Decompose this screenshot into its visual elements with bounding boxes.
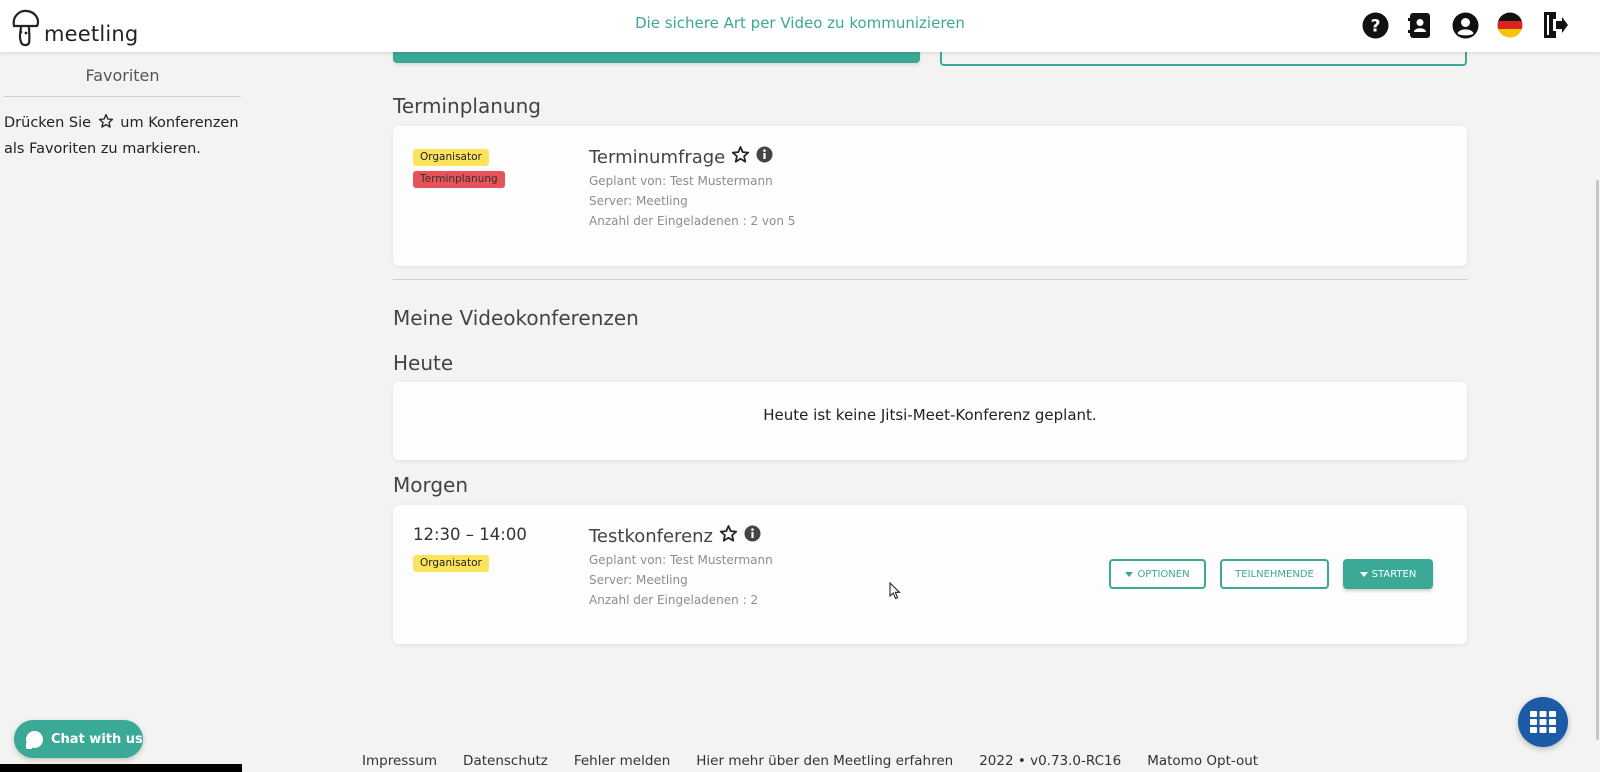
contacts-icon[interactable] [1405, 10, 1435, 40]
tomorrow-heading: Morgen [393, 473, 469, 497]
scheduling-badge: Terminplanung [413, 171, 505, 188]
german-flag-icon[interactable] [1495, 10, 1525, 40]
conference-invited-count: Anzahl der Eingeladenen : 2 [589, 593, 759, 607]
help-icon[interactable]: ? [1360, 10, 1390, 40]
conference-server: Server: Meetling [589, 573, 688, 587]
info-icon[interactable] [756, 146, 773, 168]
poll-title-row: Terminumfrage [589, 145, 773, 169]
favorites-title: Favoriten [4, 66, 241, 97]
favorites-sidebar: Favoriten Drücken Sie um Konferenzen als… [0, 52, 242, 772]
top-bar: meetling Die sichere Art per Video zu ko… [0, 0, 1600, 52]
account-icon[interactable] [1450, 10, 1480, 40]
chat-with-us-button[interactable]: Chat with us [14, 720, 143, 758]
grid-icon [1530, 711, 1556, 733]
footer-version: 2022 • v0.73.0-RC16 [979, 753, 1122, 769]
today-card: Heute ist keine Jitsi-Meet-Konferenz gep… [393, 382, 1467, 460]
poll-invited-count: Anzahl der Eingeladenen : 2 von 5 [589, 214, 796, 228]
organizer-badge: Organisator [413, 555, 489, 572]
options-button[interactable]: OPTIONEN [1109, 559, 1206, 589]
favorite-star-icon[interactable] [719, 524, 738, 548]
favorite-star-icon[interactable] [731, 145, 750, 169]
today-empty-text: Heute ist keine Jitsi-Meet-Konferenz gep… [763, 406, 1097, 424]
participants-label: TEILNEHMENDE [1235, 568, 1314, 580]
organizer-badge: Organisator [413, 149, 489, 166]
conference-card: 12:30 – 14:00 Organisator Testkonferenz … [393, 505, 1467, 644]
start-label: STARTEN [1371, 568, 1417, 580]
footer-privacy-link[interactable]: Datenschutz [463, 753, 548, 769]
poll-server: Server: Meetling [589, 194, 688, 208]
favorites-hint-prefix: Drücken Sie [4, 115, 92, 131]
apps-grid-button[interactable] [1518, 697, 1568, 747]
scrollbar-thumb[interactable] [1596, 180, 1599, 740]
caret-down-icon [1125, 571, 1134, 577]
start-button[interactable]: STARTEN [1343, 559, 1433, 589]
logout-icon[interactable] [1540, 10, 1570, 40]
chat-label: Chat with us [51, 731, 143, 747]
chat-bubble-icon [26, 730, 43, 749]
conference-planned-by: Geplant von: Test Mustermann [589, 553, 773, 567]
footer-imprint-link[interactable]: Impressum [362, 753, 437, 769]
conference-title[interactable]: Testkonferenz [589, 526, 713, 547]
poll-planned-by: Geplant von: Test Mustermann [589, 174, 773, 188]
favorites-hint: Drücken Sie um Konferenzen als Favoriten… [4, 111, 240, 161]
mouse-cursor-icon [889, 581, 901, 604]
section-divider [393, 279, 1467, 280]
poll-card: Organisator Terminplanung Terminumfrage … [393, 126, 1467, 266]
today-heading: Heute [393, 351, 454, 375]
options-label: OPTIONEN [1137, 568, 1190, 580]
footer-matomo-optout-link[interactable]: Matomo Opt-out [1147, 753, 1258, 769]
footer: Impressum Datenschutz Fehler melden Hier… [362, 753, 1258, 769]
svg-text:?: ? [1370, 16, 1380, 36]
conference-meta: Geplant von: Test Mustermann Server: Mee… [589, 550, 773, 610]
star-icon [98, 113, 114, 137]
footer-about-link[interactable]: Hier mehr über den Meetling erfahren [696, 753, 953, 769]
scheduling-section-title: Terminplanung [393, 94, 541, 118]
poll-title[interactable]: Terminumfrage [589, 147, 725, 168]
conference-title-row: Testkonferenz [589, 524, 761, 548]
conferences-section-title: Meine Videokonferenzen [393, 306, 639, 330]
caret-down-icon [1359, 571, 1368, 577]
participants-button[interactable]: TEILNEHMENDE [1220, 559, 1329, 589]
footer-report-bug-link[interactable]: Fehler melden [574, 753, 670, 769]
header-icons: ? [1360, 10, 1570, 40]
sidebar-bottom-bar [0, 764, 242, 772]
poll-meta: Geplant von: Test Mustermann Server: Mee… [589, 171, 795, 231]
conference-time: 12:30 – 14:00 [413, 525, 527, 544]
info-icon[interactable] [744, 525, 761, 547]
